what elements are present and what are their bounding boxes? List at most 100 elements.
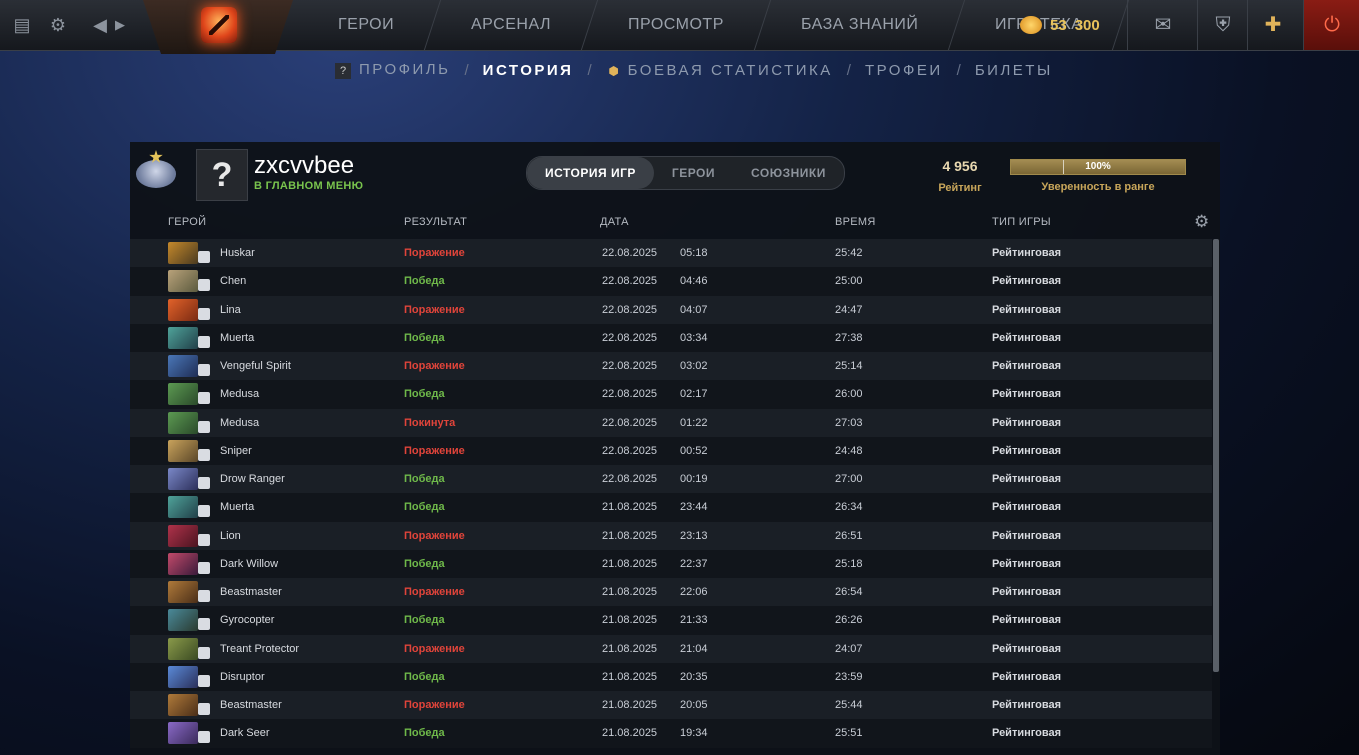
game-type: Рейтинговая: [992, 557, 1062, 570]
match-result: Победа: [404, 670, 445, 683]
match-result: Поражение: [404, 699, 465, 711]
match-time: 00:19: [680, 473, 708, 485]
avatar[interactable]: ?: [196, 149, 248, 201]
tab-match-history[interactable]: ИСТОРИЯ ИГР: [527, 157, 654, 189]
match-result: Победа: [404, 614, 445, 627]
match-result: Поражение: [404, 444, 465, 457]
game-type: Рейтинговая: [992, 501, 1062, 514]
party-plus-icon[interactable]: ✚: [1247, 0, 1298, 50]
shards-icon: [1020, 16, 1042, 34]
col-duration[interactable]: ВРЕМЯ: [835, 216, 876, 228]
hero-portrait-icon: [168, 411, 210, 434]
scrollbar[interactable]: [1213, 239, 1219, 672]
nav-watch[interactable]: ПРОСМОТР: [581, 0, 772, 50]
col-hero[interactable]: ГЕРОЙ: [168, 216, 206, 228]
game-type: Рейтинговая: [992, 247, 1062, 259]
table-row[interactable]: Drow Ranger Победа 22.08.2025 00:19 27:00 Рей…: [130, 465, 1212, 494]
table-row[interactable]: Lina Поражение 22.08.2025 04:07 24:47 Рейтинг…: [130, 295, 1212, 324]
subnav-profile[interactable]: ? ПРОФИЛЬ: [335, 61, 451, 79]
hero-portrait-icon: [168, 524, 210, 547]
table-settings-gear-icon[interactable]: ⚙: [1194, 212, 1209, 232]
table-row[interactable]: Huskar Поражение 22.08.2025 05:18 25:42 Рейти…: [130, 239, 1212, 268]
match-result: Поражение: [404, 247, 465, 259]
table-row[interactable]: Muerta Победа 21.08.2025 23:44 26:34 Рейтинго…: [130, 493, 1212, 522]
hero-name: Vengeful Spirit: [220, 360, 291, 372]
match-date: 22.08.2025: [602, 444, 658, 457]
subnav-separator: /: [587, 61, 592, 79]
username: zxcvvbee: [254, 152, 355, 179]
match-time: 03:02: [680, 360, 708, 372]
match-time: 04:46: [680, 275, 708, 288]
table-row[interactable]: Dark Willow Победа 21.08.2025 22:37 25:18 Рей…: [130, 549, 1212, 578]
forward-arrow-icon[interactable]: ▶: [108, 13, 132, 37]
col-type[interactable]: ТИП ИГРЫ: [992, 216, 1051, 228]
table-row[interactable]: Beastmaster Поражение 21.08.2025 20:05 25:44…: [130, 691, 1212, 720]
nav-learn[interactable]: БАЗА ЗНАНИЙ: [754, 0, 966, 50]
table-row[interactable]: Sniper Поражение 22.08.2025 00:52 24:48 Рейти…: [130, 436, 1212, 465]
match-duration: 25:51: [835, 727, 863, 740]
match-time: 01:22: [680, 416, 708, 429]
match-time: 22:37: [680, 557, 708, 570]
match-result: Покинута: [404, 416, 456, 429]
subnav-history[interactable]: ИСТОРИЯ: [483, 62, 574, 79]
table-row[interactable]: Lion Поражение 21.08.2025 23:13 26:51 Рейтинг…: [130, 521, 1212, 550]
game-type: Рейтинговая: [992, 642, 1062, 655]
game-type: Рейтинговая: [992, 699, 1062, 711]
confidence-label: Уверенность в ранге: [1041, 181, 1155, 193]
match-date: 21.08.2025: [602, 529, 658, 542]
settings-gear-icon[interactable]: ⚙: [46, 13, 70, 37]
subnav-trophies[interactable]: ТРОФЕИ: [865, 62, 943, 79]
chat-friends-icon[interactable]: ✉: [1127, 0, 1198, 50]
nav-heroes[interactable]: ГЕРОИ: [291, 0, 442, 50]
table-row[interactable]: Gyrocopter Победа 21.08.2025 21:33 26:26 Рейт…: [130, 606, 1212, 635]
match-result: Победа: [404, 727, 445, 740]
subnav-stats[interactable]: ⬢ БОЕВАЯ СТАТИСТИКА: [606, 62, 833, 79]
match-date: 22.08.2025: [602, 416, 658, 429]
table-row[interactable]: Dark Seer Победа 21.08.2025 19:34 25:51 Рейти…: [130, 719, 1212, 748]
armory-shield-icon[interactable]: ⛨: [1197, 0, 1248, 50]
dota-logo-icon[interactable]: [201, 7, 237, 43]
table-row[interactable]: Vengeful Spirit Поражение 22.08.2025 03:02 2…: [130, 352, 1212, 381]
table-row[interactable]: Beastmaster Поражение 21.08.2025 22:06 26:54…: [130, 578, 1212, 607]
table-row[interactable]: Treant Protector Поражение 21.08.2025 21:04…: [130, 634, 1212, 663]
match-date: 21.08.2025: [602, 557, 658, 570]
match-time: 23:44: [680, 501, 708, 514]
game-type: Рейтинговая: [992, 275, 1062, 288]
power-icon[interactable]: ⏻: [1303, 0, 1359, 50]
subnav-separator: /: [956, 61, 961, 79]
hero-name: Chen: [220, 275, 247, 288]
question-icon: ?: [335, 63, 351, 79]
currency-value-b: 300: [1074, 16, 1100, 34]
table-row[interactable]: Muerta Победа 22.08.2025 03:34 27:38 Рейтинго…: [130, 323, 1212, 352]
dota-menu-icon[interactable]: ▤: [10, 13, 34, 37]
game-type: Рейтинговая: [992, 473, 1062, 485]
col-date[interactable]: ДАТА: [600, 216, 629, 228]
tab-allies[interactable]: СОЮЗНИКИ: [733, 157, 844, 189]
table-row[interactable]: Chen Победа 22.08.2025 04:46 25:00 Рейтингова…: [130, 267, 1212, 296]
match-duration: 25:14: [835, 360, 863, 372]
hero-name: Beastmaster: [220, 699, 282, 711]
table-row[interactable]: Medusa Покинута 22.08.2025 01:22 27:03 Рейтин…: [130, 408, 1212, 437]
match-date: 22.08.2025: [602, 247, 658, 259]
hero-name: Muerta: [220, 501, 255, 514]
match-date: 22.08.2025: [602, 331, 658, 344]
confidence-bar: 100%: [1010, 159, 1186, 175]
table-row[interactable]: Disruptor Победа 21.08.2025 20:35 23:59 Рейти…: [130, 662, 1212, 691]
match-date: 21.08.2025: [602, 699, 658, 711]
match-date: 22.08.2025: [602, 303, 658, 316]
game-type: Рейтинговая: [992, 586, 1062, 598]
match-result: Победа: [404, 501, 445, 514]
rank-medal-icon[interactable]: [136, 150, 176, 196]
table-row[interactable]: Medusa Победа 22.08.2025 02:17 26:00 Рейтинго…: [130, 380, 1212, 409]
currency-display[interactable]: 53 300: [1020, 10, 1100, 40]
match-date: 21.08.2025: [602, 727, 658, 740]
nav-arsenal[interactable]: АРСЕНАЛ: [424, 0, 599, 50]
hero-name: Drow Ranger: [220, 473, 285, 485]
col-result[interactable]: РЕЗУЛЬТАТ: [404, 216, 467, 228]
match-duration: 27:00: [835, 473, 863, 485]
game-type: Рейтинговая: [992, 303, 1062, 316]
tab-heroes[interactable]: ГЕРОИ: [654, 157, 733, 189]
match-duration: 25:18: [835, 557, 863, 570]
subnav-tickets[interactable]: БИЛЕТЫ: [975, 62, 1053, 79]
match-date: 22.08.2025: [602, 360, 658, 372]
